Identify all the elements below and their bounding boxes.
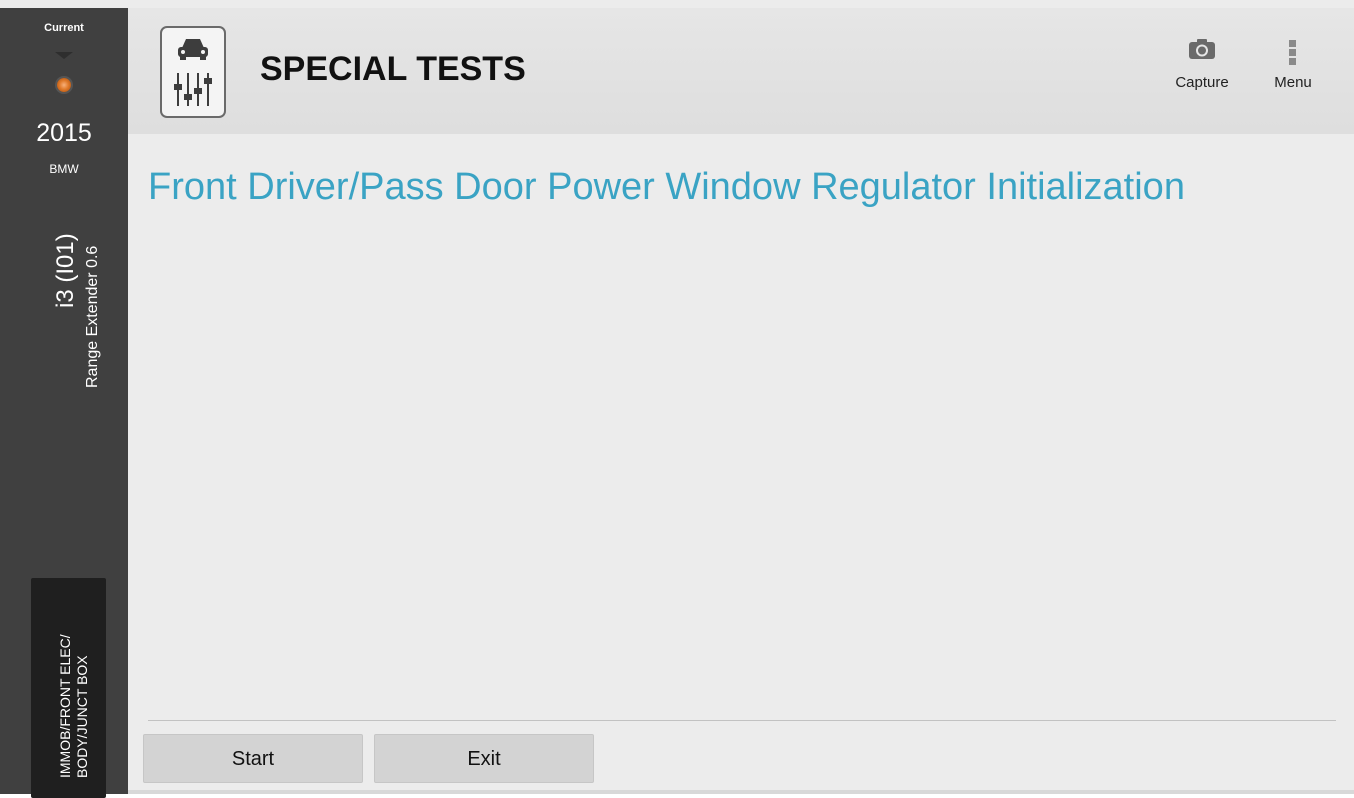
capture-label: Capture bbox=[1175, 74, 1229, 91]
current-label: Current bbox=[44, 22, 84, 34]
vehicle-year: 2015 bbox=[36, 119, 92, 147]
menu-button[interactable]: Menu bbox=[1270, 38, 1316, 91]
menu-label: Menu bbox=[1274, 74, 1312, 91]
vehicle-sidebar: Current 2015 BMW i3 (I01) Range Extender… bbox=[0, 8, 128, 798]
screen: Current 2015 BMW i3 (I01) Range Extender… bbox=[0, 0, 1354, 798]
capture-button[interactable]: Capture bbox=[1170, 38, 1234, 91]
module-box[interactable]: IMMOB/FRONT ELEC/ BODY/JUNCT BOX bbox=[31, 578, 106, 798]
module-label-line2: BODY/JUNCT BOX bbox=[74, 655, 90, 778]
page-title: SPECIAL TESTS bbox=[260, 50, 526, 88]
exit-button[interactable]: Exit bbox=[374, 734, 594, 783]
vehicle-engine: Range Extender 0.6 bbox=[84, 245, 101, 388]
vehicle-make: BMW bbox=[49, 162, 79, 176]
vertical-dots-icon bbox=[1288, 40, 1298, 70]
start-button[interactable]: Start bbox=[143, 734, 363, 783]
vehicle-model: i3 (I01) bbox=[52, 233, 79, 308]
divider bbox=[148, 720, 1336, 721]
module-label-line1: IMMOB/FRONT ELEC/ bbox=[57, 634, 73, 778]
sidebar-notch bbox=[55, 52, 73, 59]
car-sliders-icon bbox=[160, 26, 226, 118]
status-dot-icon bbox=[57, 78, 71, 92]
header-bar: SPECIAL TESTS Capture Menu bbox=[128, 8, 1354, 134]
camera-icon bbox=[1188, 39, 1216, 64]
bottom-edge bbox=[128, 790, 1354, 794]
test-title: Front Driver/Pass Door Power Window Regu… bbox=[148, 166, 1185, 208]
